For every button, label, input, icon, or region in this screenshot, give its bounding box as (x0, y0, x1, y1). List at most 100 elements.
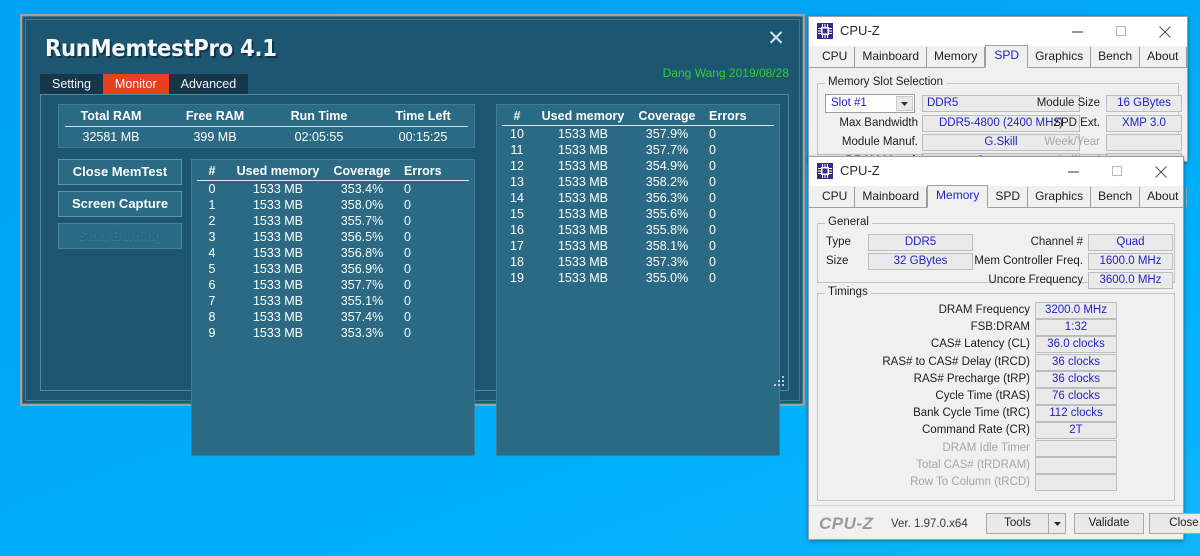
col-used-memory: Used memory (236, 164, 320, 178)
chevron-down-icon[interactable] (896, 96, 913, 111)
module-size-field: 16 GBytes (1106, 95, 1182, 112)
cell-coverage: 357.9% (645, 127, 689, 141)
cell-index: 5 (208, 262, 216, 276)
slot-select[interactable]: Slot #1 (825, 94, 915, 113)
cell-errors: 0 (404, 182, 411, 196)
cell-coverage: 357.7% (340, 278, 384, 292)
tab-spd[interactable]: SPD (985, 45, 1029, 68)
cell-used-memory: 1533 MB (557, 127, 609, 141)
tab-mainboard[interactable]: Mainboard (855, 187, 928, 207)
titlebar[interactable]: CPU-Z (809, 17, 1187, 46)
cell-coverage: 357.3% (645, 255, 689, 269)
maximize-icon[interactable] (1095, 157, 1139, 186)
value-ras-to-cas-delay-trcd: 36 clocks (1035, 353, 1117, 371)
group-label: Memory Slot Selection (825, 76, 947, 88)
close-button[interactable]: Close (1149, 513, 1200, 534)
cpuz-spd-window[interactable]: CPU-Z CPU Mainboard Memory SPD Graphics Bench… (808, 16, 1188, 170)
cell-errors: 0 (709, 223, 716, 237)
close-icon[interactable]: ✕ (763, 26, 789, 52)
summary-stats-values: 32581 MB 399 MB 02:05:55 00:15:25 (59, 127, 474, 144)
label-week-year: Week/Year (1044, 136, 1100, 148)
cell-used-memory: 1533 MB (557, 159, 609, 173)
cell-coverage: 357.4% (340, 310, 384, 324)
validate-button[interactable]: Validate (1074, 513, 1144, 534)
runmemtestpro-window-inner: RunMemtestPro 4.1 ✕ Dang Wang 2019/08/28… (25, 19, 800, 456)
table-row: 2 1533 MB 355.7% 0 (192, 213, 474, 229)
page-title: RunMemtestPro 4.1 (45, 36, 277, 62)
label-total-cas-trdram: Total CAS# (tRDRAM) (916, 458, 1030, 471)
label-mem-controller-freq: Mem Controller Freq. (974, 255, 1083, 267)
tab-graphics[interactable]: Graphics (1028, 47, 1092, 67)
runmemtestpro-window[interactable]: RunMemtestPro 4.1 ✕ Dang Wang 2019/08/28… (20, 14, 805, 456)
tab-bar: CPU Mainboard Memory SPD Graphics Bench About (809, 45, 1187, 68)
close-icon[interactable] (1139, 157, 1183, 186)
minimize-icon[interactable] (1051, 157, 1095, 186)
tab-graphics[interactable]: Graphics (1028, 187, 1092, 207)
tab-memory[interactable]: Memory (927, 47, 986, 67)
tab-about[interactable]: About (1140, 47, 1187, 67)
cpuz-memory-window[interactable]: CPU-Z CPU Mainboard Memory SPD Graphics Bench… (808, 156, 1200, 540)
cell-coverage: 356.9% (340, 262, 384, 276)
value-fsb-dram: 1:32 (1035, 319, 1117, 337)
close-icon[interactable] (1143, 17, 1187, 46)
cell-errors: 0 (404, 294, 411, 308)
cell-coverage: 355.0% (645, 271, 689, 285)
cell-index: 15 (510, 207, 524, 221)
tab-cpu[interactable]: CPU (815, 47, 856, 67)
table-row: 17 1533 MB 358.1% 0 (497, 238, 779, 254)
tab-monitor[interactable]: Monitor (102, 74, 169, 94)
col-errors: Errors (404, 164, 442, 178)
cell-coverage: 356.8% (340, 246, 384, 260)
cell-used-memory: 1533 MB (557, 239, 609, 253)
resize-grip[interactable] (772, 374, 784, 386)
tools-dropdown-icon[interactable] (1048, 513, 1066, 534)
tab-setting[interactable]: Setting (40, 74, 103, 94)
cell-index: 8 (208, 310, 216, 324)
screen-capture-button[interactable]: Screen Capture (58, 191, 182, 217)
cell-used-memory: 1533 MB (252, 278, 304, 292)
tab-memory[interactable]: Memory (927, 185, 989, 208)
tab-spd[interactable]: SPD (988, 187, 1029, 207)
cell-index: 11 (510, 143, 524, 157)
titlebar[interactable]: CPU-Z (809, 157, 1183, 186)
cell-coverage: 358.2% (645, 175, 689, 189)
cell-used-memory: 1533 MB (557, 223, 609, 237)
table-header-row: # Used memory Coverage Errors (497, 105, 779, 125)
table-row: 8 1533 MB 357.4% 0 (192, 309, 474, 325)
stat-header-time-left: Time Left (395, 109, 451, 123)
cell-errors: 0 (709, 239, 716, 253)
cell-index: 6 (208, 278, 216, 292)
minimize-icon[interactable] (1055, 17, 1099, 46)
week-year-field (1106, 134, 1182, 151)
maximize-icon[interactable] (1099, 17, 1143, 46)
version-label: Ver. 1.97.0.x64 (891, 518, 968, 530)
cell-errors: 0 (404, 230, 411, 244)
cell-index: 3 (208, 230, 216, 244)
tab-about[interactable]: About (1140, 187, 1187, 207)
general-group: General Type DDR5 Size 32 GBytes Channel… (817, 216, 1175, 289)
close-memtest-button[interactable]: Close MemTest (58, 159, 182, 185)
label-module-manuf: Module Manuf. (841, 136, 918, 148)
table-row: 13 1533 MB 358.2% 0 (497, 174, 779, 190)
tab-advanced[interactable]: Advanced (168, 74, 249, 94)
tab-mainboard[interactable]: Mainboard (855, 47, 928, 67)
tab-cpu[interactable]: CPU (815, 187, 856, 207)
table-header-row: # Used memory Coverage Errors (192, 160, 474, 180)
table-row: 10 1533 MB 357.9% 0 (497, 126, 779, 142)
label-cycle-time-tras: Cycle Time (tRAS) (935, 390, 1030, 402)
cell-used-memory: 1533 MB (557, 255, 609, 269)
mem-controller-freq-field: 1600.0 MHz (1088, 253, 1173, 270)
cell-index: 17 (510, 239, 524, 253)
label-dram-idle-timer: DRAM Idle Timer (942, 441, 1030, 454)
value-cycle-time-tras: 76 clocks (1035, 388, 1117, 405)
cell-coverage: 355.7% (340, 214, 384, 228)
cell-errors: 0 (709, 255, 716, 269)
tab-bench[interactable]: Bench (1091, 47, 1141, 67)
table-row: 6 1533 MB 357.7% 0 (192, 277, 474, 293)
stat-header-total-ram: Total RAM (80, 109, 142, 123)
label-dram-frequency: DRAM Frequency (938, 304, 1030, 316)
tools-button[interactable]: Tools (986, 513, 1048, 534)
table-row: 15 1533 MB 355.6% 0 (497, 206, 779, 222)
tab-bench[interactable]: Bench (1091, 187, 1141, 207)
value-bank-cycle-time-trc: 112 clocks (1035, 405, 1117, 423)
